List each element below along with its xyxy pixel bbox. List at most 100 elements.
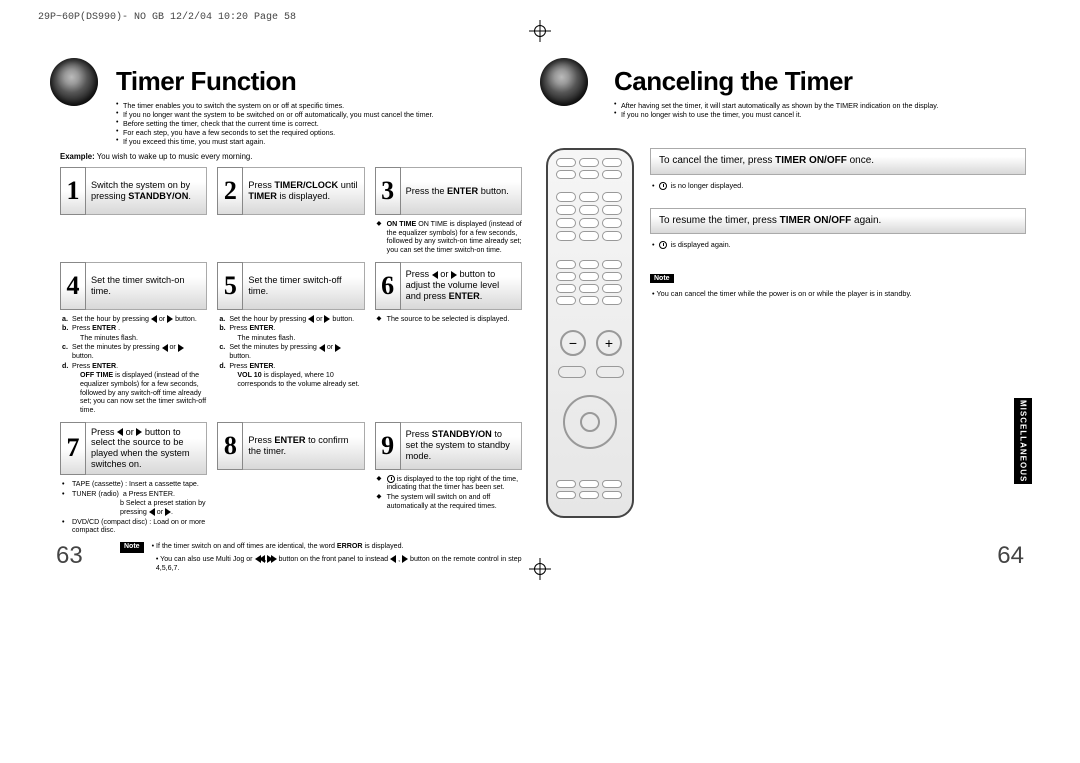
remote-button xyxy=(579,218,599,228)
step-notes: is displayed to the top right of the tim… xyxy=(375,474,522,512)
note-line: Press ENTER . xyxy=(62,324,207,333)
footnote-text: • You can also use Multi Jog or , button… xyxy=(156,555,522,573)
remote-control-illustration: − + xyxy=(546,148,634,518)
step-notes: TAPE (cassette) : Insert a cassette tape… xyxy=(60,479,207,536)
note-line: VOL 10 is displayed, where 10 correspond… xyxy=(219,371,364,388)
example-label: Example: xyxy=(60,152,95,161)
remote-dpad xyxy=(563,395,617,449)
page-title-left: Timer Function xyxy=(116,66,522,97)
remote-button xyxy=(596,366,624,378)
note-line: Press ENTER. xyxy=(62,362,207,371)
remote-button xyxy=(579,192,599,202)
note-line: Set the hour by pressing or button. xyxy=(62,315,207,324)
footnotes: Note • If the timer switch on and off ti… xyxy=(60,542,522,572)
note-line: TAPE (cassette) : Insert a cassette tape… xyxy=(62,480,207,489)
step-number: 2 xyxy=(217,167,243,215)
page-number-right: 64 xyxy=(997,542,1024,570)
step-text: Press ENTER to confirm the timer. xyxy=(243,422,364,470)
registration-mark-bottom xyxy=(531,560,549,578)
note-line: ON TIME ON TIME is displayed (instead of… xyxy=(377,220,522,255)
step-text: Press STANDBY/ON to set the system to st… xyxy=(401,422,522,470)
intro-line: After having set the timer, it will star… xyxy=(614,101,1020,110)
left-arrow-icon xyxy=(390,555,396,563)
remote-button xyxy=(579,205,599,215)
note-line: Press ENTER. xyxy=(219,324,364,333)
section-tab-miscellaneous: MISCELLANEOUS xyxy=(1014,398,1032,484)
remote-button xyxy=(602,170,622,179)
remote-button xyxy=(558,366,586,378)
note-line: Set the hour by pressing or button. xyxy=(219,315,364,324)
remote-enter-button xyxy=(580,412,600,432)
intro-line: If you no longer wish to use the timer, … xyxy=(614,110,1020,119)
remote-button xyxy=(556,284,576,293)
remote-button xyxy=(556,205,576,215)
speaker-icon xyxy=(540,58,588,106)
remote-button xyxy=(579,170,599,179)
steps-grid: 1 Switch the system on by pressing STAND… xyxy=(60,167,522,536)
remote-minus-button: − xyxy=(560,330,586,356)
skip-prev-icon xyxy=(259,555,265,563)
step-text: Press TIMER/CLOCK until TIMER is display… xyxy=(243,167,364,215)
step-notes: Set the hour by pressing or button. Pres… xyxy=(60,314,207,416)
example-line: Example: You wish to wake up to music ev… xyxy=(60,152,522,161)
step-4: 4 Set the timer switch-on time. Set the … xyxy=(60,262,207,416)
note-line: Set the minutes by pressing or button. xyxy=(62,343,207,360)
step-6: 6 Press or button to adjust the volume l… xyxy=(375,262,522,416)
remote-button xyxy=(556,218,576,228)
note-line: Set the minutes by pressing or button. xyxy=(219,343,364,360)
intro-line: For each step, you have a few seconds to… xyxy=(116,128,522,137)
step-number: 4 xyxy=(60,262,86,310)
step-7: 7 Press or button to select the source t… xyxy=(60,422,207,536)
cancel-step-1-note: • is no longer displayed. xyxy=(652,181,1024,190)
page-title-right: Canceling the Timer xyxy=(614,66,1020,97)
step-1: 1 Switch the system on by pressing STAND… xyxy=(60,167,207,256)
remote-button xyxy=(602,491,622,499)
step-text: Press the ENTER button. xyxy=(401,167,522,215)
step-5: 5 Set the timer switch-off time. Set the… xyxy=(217,262,364,416)
remote-button xyxy=(602,272,622,281)
step-text: Set the timer switch-off time. xyxy=(243,262,364,310)
step-text: Set the timer switch-on time. xyxy=(86,262,207,310)
remote-button xyxy=(602,284,622,293)
note-line: The source to be selected is displayed. xyxy=(377,315,522,324)
speaker-icon xyxy=(50,58,98,106)
left-arrow-icon xyxy=(151,315,157,323)
remote-button xyxy=(579,158,599,167)
intro-line: If you no longer want the system to be s… xyxy=(116,110,522,119)
note-line: The minutes flash. xyxy=(219,334,364,343)
step-text: Press or button to select the source to … xyxy=(86,422,207,475)
intro-list-left: The timer enables you to switch the syst… xyxy=(116,101,522,146)
intro-line: The timer enables you to switch the syst… xyxy=(116,101,522,110)
step-notes: Set the hour by pressing or button. Pres… xyxy=(217,314,364,390)
right-arrow-icon xyxy=(178,344,184,352)
note-line: Press ENTER. xyxy=(219,362,364,371)
step-notes: ON TIME ON TIME is displayed (instead of… xyxy=(375,219,522,256)
step-number: 6 xyxy=(375,262,401,310)
clock-icon xyxy=(659,241,667,249)
remote-button xyxy=(602,296,622,305)
remote-button xyxy=(556,272,576,281)
note-line: The minutes flash. xyxy=(62,334,207,343)
remote-button xyxy=(602,231,622,241)
left-arrow-icon xyxy=(319,344,325,352)
left-arrow-icon xyxy=(149,508,155,516)
remote-button xyxy=(556,192,576,202)
registration-mark-top xyxy=(531,22,549,40)
page-right: Canceling the Timer After having set the… xyxy=(540,48,1030,558)
cancel-step-2-note: • is displayed again. xyxy=(652,240,1024,249)
remote-button xyxy=(579,480,599,488)
step-3: 3 Press the ENTER button. ON TIME ON TIM… xyxy=(375,167,522,256)
clock-icon xyxy=(659,182,667,190)
remote-button-row xyxy=(556,260,624,305)
intro-list-right: After having set the timer, it will star… xyxy=(614,101,1020,119)
remote-button xyxy=(556,231,576,241)
intro-line: Before setting the timer, check that the… xyxy=(116,119,522,128)
step-notes: The source to be selected is displayed. xyxy=(375,314,522,325)
remote-button xyxy=(556,158,576,167)
remote-button-row xyxy=(556,158,624,179)
step-9: 9 Press STANDBY/ON to set the system to … xyxy=(375,422,522,536)
note-badge: Note xyxy=(120,542,144,553)
remote-button xyxy=(602,480,622,488)
remote-button-row xyxy=(556,480,624,499)
step-number: 1 xyxy=(60,167,86,215)
